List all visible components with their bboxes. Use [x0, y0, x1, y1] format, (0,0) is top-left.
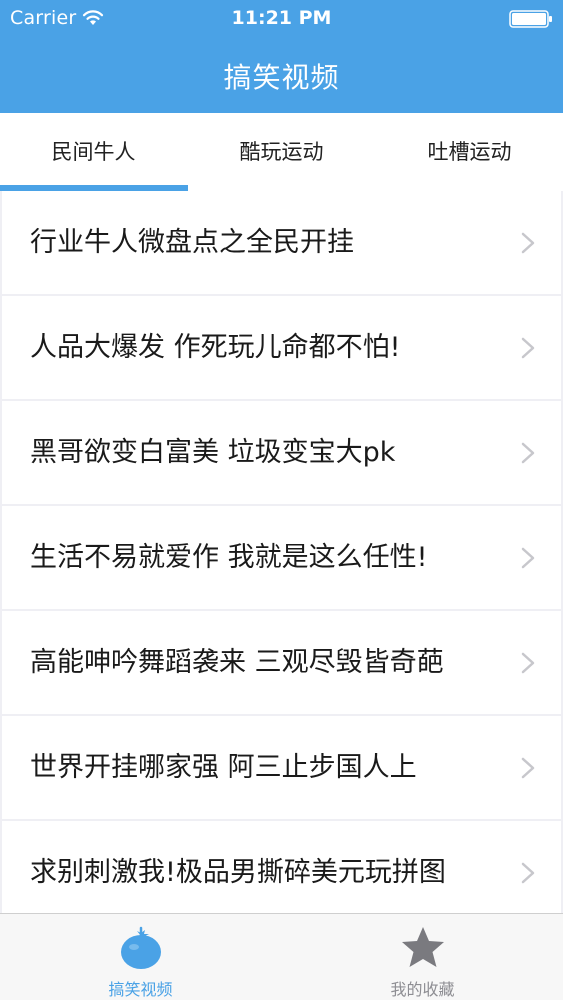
tabbar-item-my-favorites[interactable]: 我的收藏 — [282, 914, 563, 1000]
list-item[interactable]: 世界开挂哪家强 阿三止步国人上 — [2, 716, 561, 819]
star-icon — [401, 927, 444, 967]
chevron-right-icon — [521, 442, 535, 464]
list-item-title: 世界开挂哪家强 阿三止步国人上 — [30, 752, 417, 783]
list-item[interactable]: 黑哥欲变白富美 垃圾变宝大pk — [2, 401, 561, 504]
list-item-title: 高能呻吟舞蹈袭来 三观尽毁皆奇葩 — [30, 647, 444, 678]
clock: 11:21 PM — [231, 7, 332, 29]
chevron-right-icon — [521, 547, 535, 569]
list-item[interactable]: 求别刺激我!极品男撕碎美元玩拼图 — [2, 821, 561, 913]
top-bar: Carrier 11:21 PM 搞笑视频 — [0, 0, 563, 113]
battery-icon — [509, 10, 552, 28]
list-item-title: 黑哥欲变白富美 垃圾变宝大pk — [30, 437, 396, 468]
chevron-right-icon — [521, 862, 535, 884]
list-item[interactable]: 生活不易就爱作 我就是这么任性! — [2, 506, 561, 609]
tabbar-label-my-favorites: 我的收藏 — [390, 980, 455, 999]
chevron-right-icon — [521, 652, 535, 674]
list-item-title: 行业牛人微盘点之全民开挂 — [30, 227, 354, 258]
tabbar-item-funny-videos[interactable]: 搞笑视频 — [0, 914, 281, 1000]
chevron-right-icon — [521, 232, 535, 254]
chevron-right-icon — [521, 757, 535, 779]
list-item-title: 生活不易就爱作 我就是这么任性! — [30, 542, 428, 573]
list-item[interactable]: 人品大爆发 作死玩儿命都不怕! — [2, 296, 561, 399]
video-list[interactable]: 行业牛人微盘点之全民开挂 人品大爆发 作死玩儿命都不怕! 黑哥欲变白富美 垃圾变… — [0, 191, 563, 913]
category-tabs: 民间牛人 酷玩运动 吐槽运动 — [0, 113, 563, 192]
tabbar-label-funny-videos: 搞笑视频 — [108, 980, 173, 999]
tab-minjian-niuren[interactable]: 民间牛人 — [0, 113, 187, 191]
status-bar: Carrier 11:21 PM — [0, 0, 563, 38]
chevron-right-icon — [521, 337, 535, 359]
list-item-title: 人品大爆发 作死玩儿命都不怕! — [30, 332, 401, 363]
list-item[interactable]: 行业牛人微盘点之全民开挂 — [2, 191, 561, 294]
bottom-tab-bar: 搞笑视频 我的收藏 — [0, 913, 563, 1000]
tomato-icon — [120, 926, 161, 969]
list-item-title: 求别刺激我!极品男撕碎美元玩拼图 — [30, 857, 446, 888]
app-screen: Carrier 11:21 PM 搞笑视频 民间牛人 酷玩运动 吐槽运动 行业牛… — [0, 0, 563, 1000]
list-item[interactable]: 高能呻吟舞蹈袭来 三观尽毁皆奇葩 — [2, 611, 561, 714]
page-title: 搞笑视频 — [223, 61, 340, 94]
tab-tucao-yundong[interactable]: 吐槽运动 — [376, 113, 563, 191]
tab-kuwan-yundong[interactable]: 酷玩运动 — [188, 113, 375, 191]
